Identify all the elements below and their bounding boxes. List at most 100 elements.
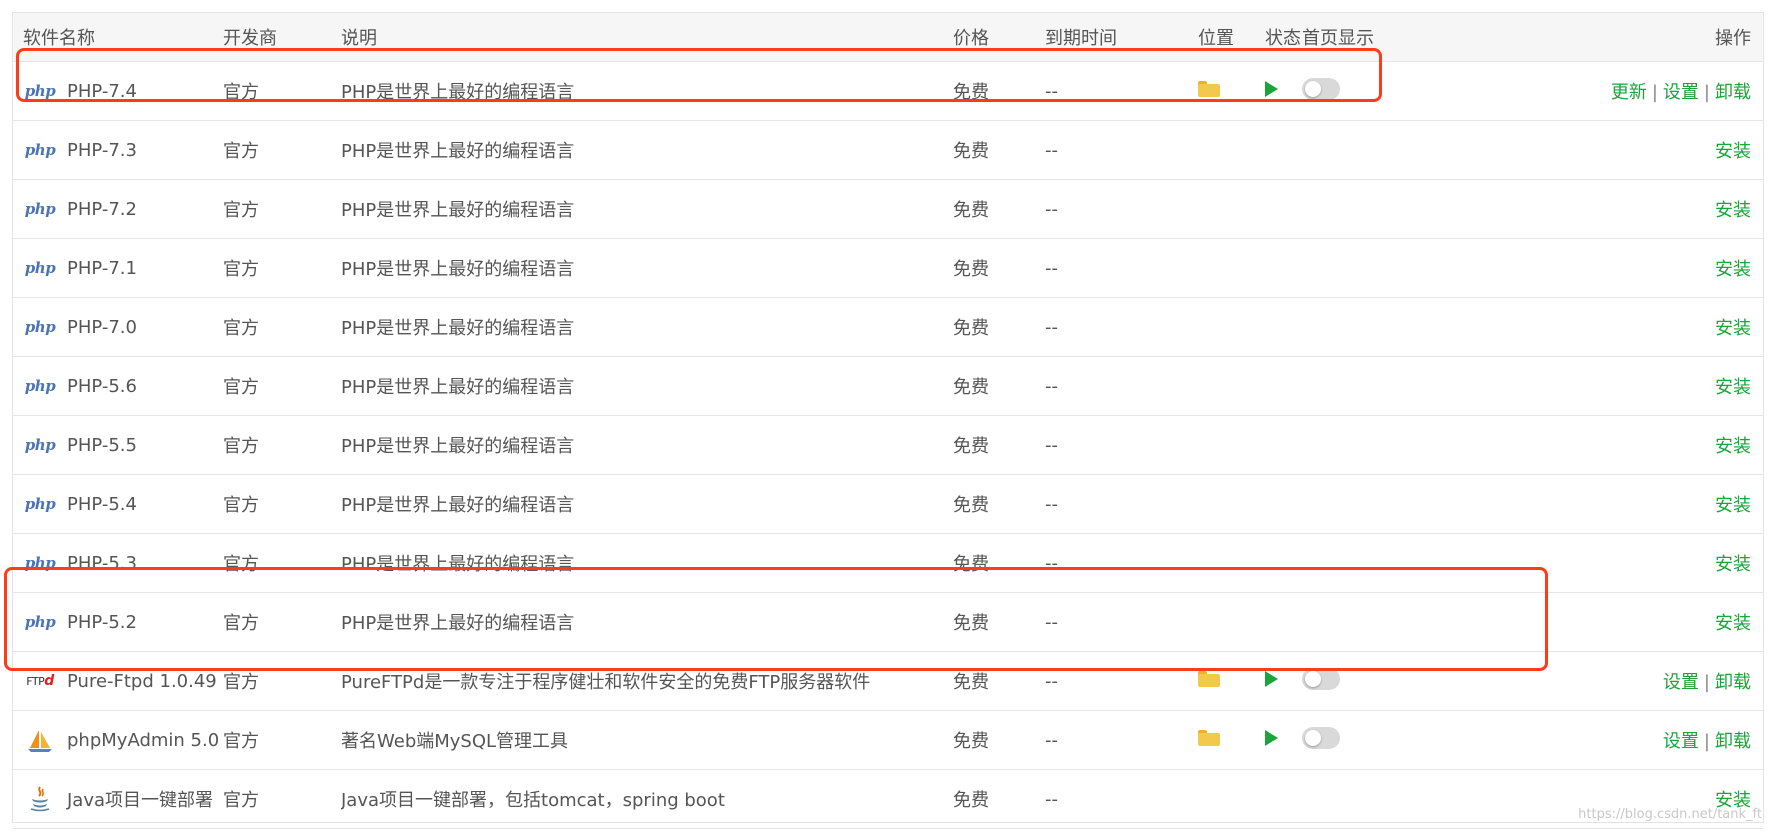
table-row: Java项目一键部署 官方 Java项目一键部署，包括tomcat，spring… bbox=[13, 769, 1763, 829]
action-link[interactable]: 安装 bbox=[1715, 377, 1751, 398]
action-link[interactable]: 安装 bbox=[1715, 200, 1751, 221]
homepage-toggle[interactable] bbox=[1302, 667, 1340, 690]
cell-expire: -- bbox=[1045, 474, 1198, 534]
cell-price: 免费 bbox=[953, 356, 1045, 416]
software-table: 软件名称 开发商 说明 价格 到期时间 位置 状态 首页显示 操作 php PHP… bbox=[13, 13, 1763, 829]
table-row: php PHP-5.4 官方 PHP是世界上最好的编程语言 免费 -- 安装 bbox=[13, 474, 1763, 534]
table-header-row: 软件名称 开发商 说明 价格 到期时间 位置 状态 首页显示 操作 bbox=[13, 13, 1763, 62]
cell-homepage bbox=[1302, 710, 1400, 770]
cell-developer: 官方 bbox=[223, 710, 341, 770]
cell-name: php PHP-7.1 bbox=[13, 238, 223, 298]
cell-description: PHP是世界上最好的编程语言 bbox=[341, 120, 953, 180]
php-icon: php bbox=[24, 318, 56, 336]
table-row: php PHP-5.2 官方 PHP是世界上最好的编程语言 免费 -- 安装 bbox=[13, 592, 1763, 652]
cell-location bbox=[1198, 710, 1265, 770]
table-row: phpMyAdmin 5.0 官方 著名Web端MySQL管理工具 免费 -- … bbox=[13, 710, 1763, 770]
cell-price: 免费 bbox=[953, 61, 1045, 121]
col-header-description: 说明 bbox=[341, 13, 953, 62]
cell-homepage bbox=[1302, 651, 1400, 711]
cell-name: phpMyAdmin 5.0 bbox=[13, 710, 223, 770]
action-link[interactable]: 安装 bbox=[1715, 141, 1751, 162]
cell-description: PHP是世界上最好的编程语言 bbox=[341, 415, 953, 475]
cell-location bbox=[1198, 415, 1265, 475]
cell-expire: -- bbox=[1045, 120, 1198, 180]
cell-location bbox=[1198, 474, 1265, 534]
action-link[interactable]: 安装 bbox=[1715, 259, 1751, 280]
cell-status bbox=[1265, 533, 1302, 593]
software-name: PHP-7.1 bbox=[67, 257, 137, 279]
cell-status bbox=[1265, 651, 1302, 711]
cell-location bbox=[1198, 769, 1265, 829]
cell-developer: 官方 bbox=[223, 592, 341, 652]
cell-description: PHP是世界上最好的编程语言 bbox=[341, 474, 953, 534]
col-header-homepage: 首页显示 bbox=[1302, 13, 1400, 62]
php-icon: php bbox=[24, 495, 56, 513]
cell-description: PHP是世界上最好的编程语言 bbox=[341, 592, 953, 652]
play-icon[interactable] bbox=[1265, 729, 1278, 746]
cell-name: php PHP-5.5 bbox=[13, 415, 223, 475]
cell-status bbox=[1265, 356, 1302, 416]
cell-actions: 设置 | 卸载 bbox=[1400, 710, 1763, 770]
action-link[interactable]: 卸载 bbox=[1715, 82, 1751, 103]
cell-expire: -- bbox=[1045, 356, 1198, 416]
cell-actions: 安装 bbox=[1400, 297, 1763, 357]
col-header-status: 状态 bbox=[1265, 13, 1302, 62]
cell-developer: 官方 bbox=[223, 769, 341, 829]
cell-expire: -- bbox=[1045, 415, 1198, 475]
cell-name: php PHP-5.2 bbox=[13, 592, 223, 652]
play-icon[interactable] bbox=[1265, 80, 1278, 97]
cell-status bbox=[1265, 297, 1302, 357]
php-icon: php bbox=[24, 200, 56, 218]
homepage-toggle[interactable] bbox=[1302, 726, 1340, 749]
folder-icon[interactable] bbox=[1198, 670, 1220, 687]
watermark-text: https://blog.csdn.net/tank_ft bbox=[1578, 807, 1762, 822]
cell-expire: -- bbox=[1045, 651, 1198, 711]
col-header-developer: 开发商 bbox=[223, 13, 341, 62]
table-row: php PHP-5.6 官方 PHP是世界上最好的编程语言 免费 -- 安装 bbox=[13, 356, 1763, 416]
cell-price: 免费 bbox=[953, 474, 1045, 534]
table-row: php PHP-7.4 官方 PHP是世界上最好的编程语言 免费 -- 更新 | 设置… bbox=[13, 61, 1763, 121]
folder-icon[interactable] bbox=[1198, 729, 1220, 746]
cell-price: 免费 bbox=[953, 651, 1045, 711]
cell-developer: 官方 bbox=[223, 297, 341, 357]
action-link[interactable]: 安装 bbox=[1715, 613, 1751, 634]
cell-actions: 安装 bbox=[1400, 415, 1763, 475]
cell-location bbox=[1198, 120, 1265, 180]
cell-status bbox=[1265, 120, 1302, 180]
action-link[interactable]: 更新 bbox=[1611, 82, 1647, 103]
action-separator: | bbox=[1703, 672, 1710, 693]
action-link[interactable]: 安装 bbox=[1715, 554, 1751, 575]
action-link[interactable]: 设置 bbox=[1663, 672, 1699, 693]
action-link[interactable]: 设置 bbox=[1663, 731, 1699, 752]
table-row: php PHP-7.3 官方 PHP是世界上最好的编程语言 免费 -- 安装 bbox=[13, 120, 1763, 180]
action-link[interactable]: 卸载 bbox=[1715, 672, 1751, 693]
cell-price: 免费 bbox=[953, 592, 1045, 652]
action-link[interactable]: 安装 bbox=[1715, 495, 1751, 516]
cell-description: Java项目一键部署，包括tomcat，spring boot bbox=[341, 769, 953, 829]
folder-icon[interactable] bbox=[1198, 80, 1220, 97]
cell-developer: 官方 bbox=[223, 61, 341, 121]
action-link[interactable]: 安装 bbox=[1715, 318, 1751, 339]
software-name: Pure-Ftpd 1.0.49 bbox=[67, 670, 217, 692]
cell-status bbox=[1265, 179, 1302, 239]
table-row: php PHP-7.0 官方 PHP是世界上最好的编程语言 免费 -- 安装 bbox=[13, 297, 1763, 357]
play-icon[interactable] bbox=[1265, 670, 1278, 687]
software-name: PHP-5.3 bbox=[67, 552, 137, 574]
cell-homepage bbox=[1302, 179, 1400, 239]
cell-description: PHP是世界上最好的编程语言 bbox=[341, 297, 953, 357]
action-link[interactable]: 设置 bbox=[1663, 82, 1699, 103]
cell-actions: 安装 bbox=[1400, 533, 1763, 593]
phpmyadmin-icon bbox=[23, 728, 57, 752]
cell-name: php PHP-5.3 bbox=[13, 533, 223, 593]
cell-description: PHP是世界上最好的编程语言 bbox=[341, 61, 953, 121]
action-link[interactable]: 卸载 bbox=[1715, 731, 1751, 752]
col-header-price: 价格 bbox=[953, 13, 1045, 62]
action-link[interactable]: 安装 bbox=[1715, 436, 1751, 457]
software-name: PHP-5.6 bbox=[67, 375, 137, 397]
cell-actions: 安装 bbox=[1400, 356, 1763, 416]
cell-developer: 官方 bbox=[223, 179, 341, 239]
cell-actions: 安装 bbox=[1400, 120, 1763, 180]
homepage-toggle[interactable] bbox=[1302, 77, 1340, 100]
java-icon bbox=[23, 786, 57, 812]
ftp-icon: FTP d bbox=[26, 673, 54, 689]
